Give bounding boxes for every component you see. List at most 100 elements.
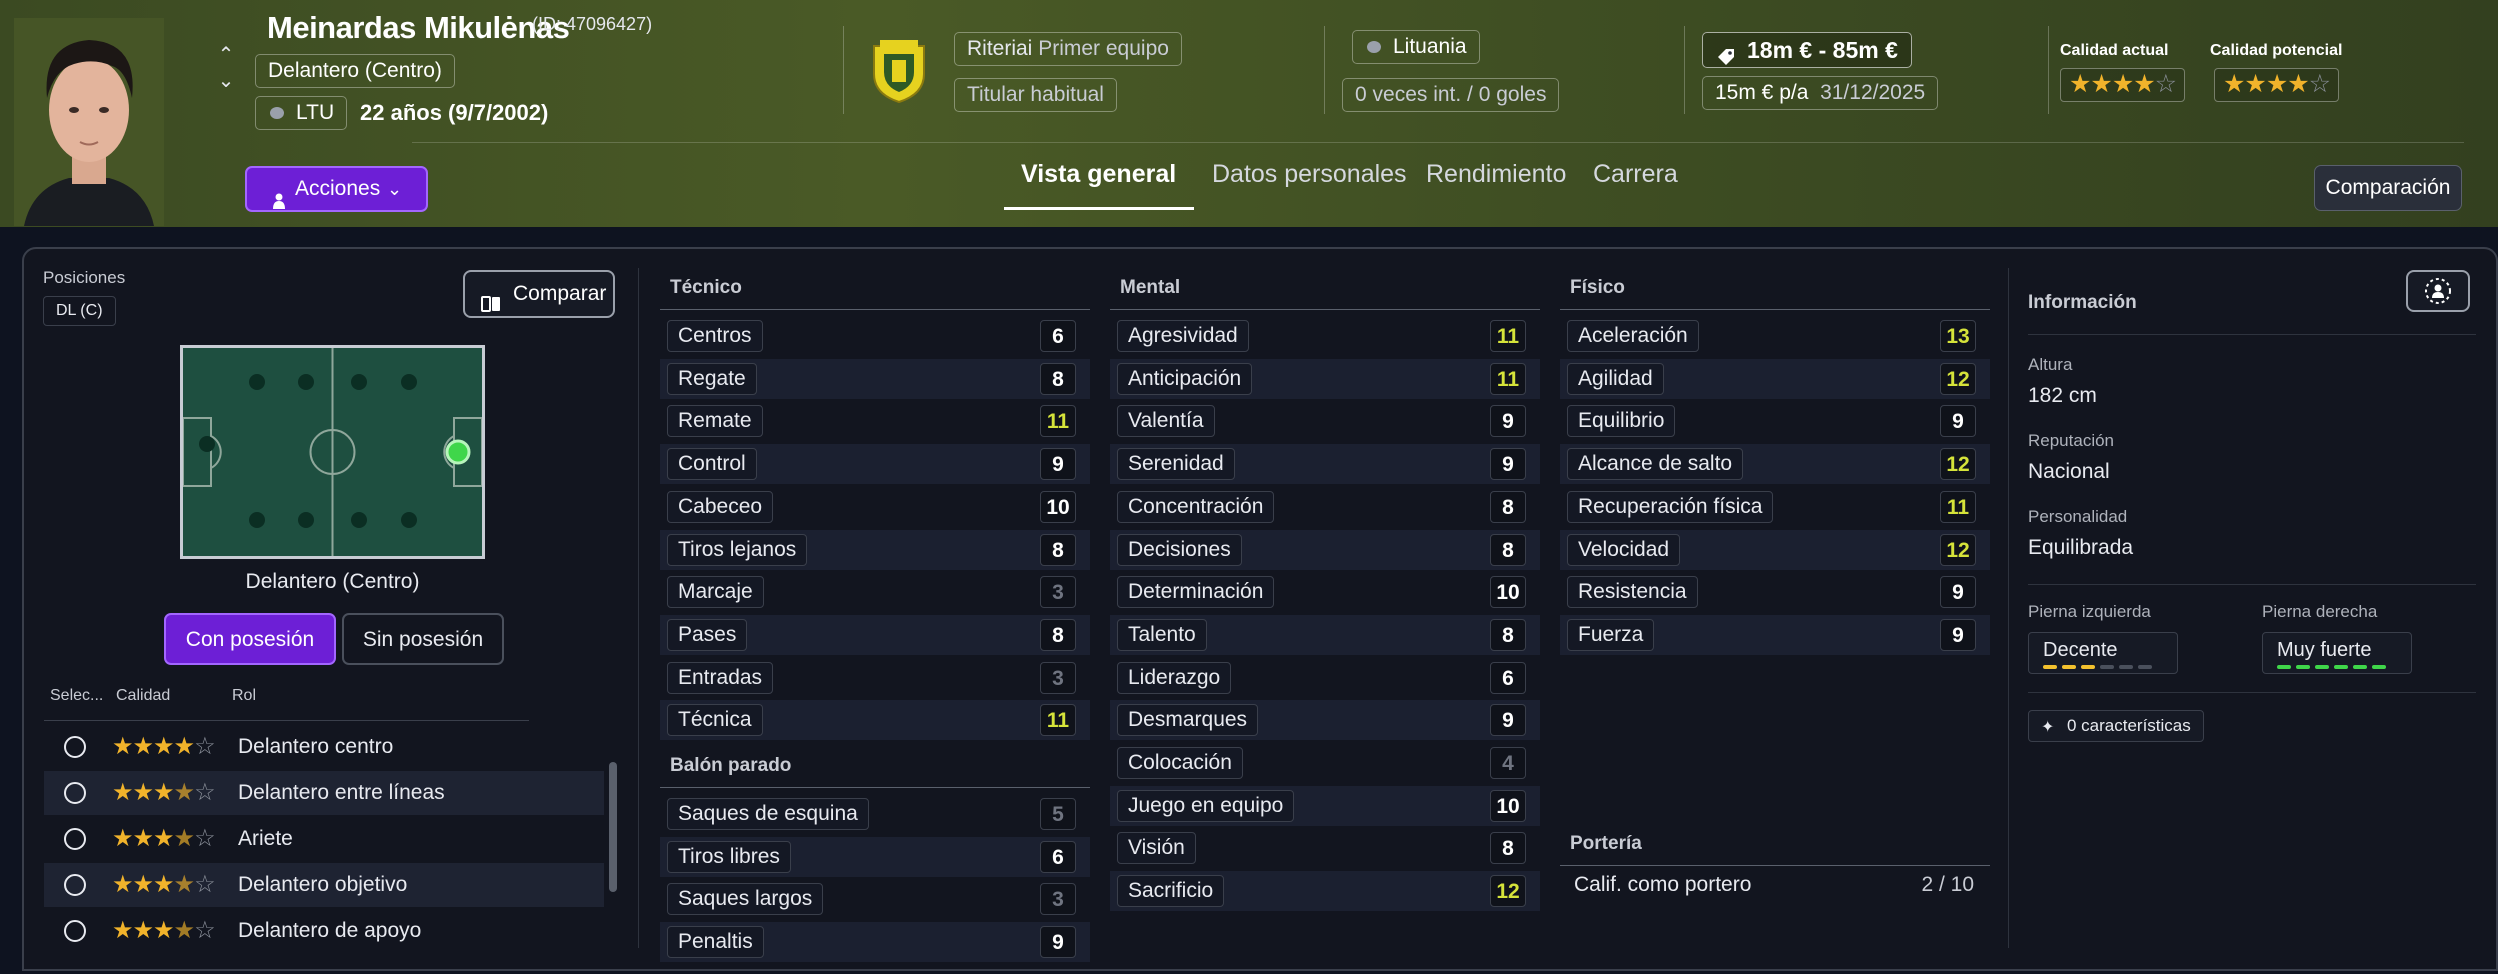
attribute-row[interactable]: Técnica 11 [660, 700, 1090, 741]
attribute-value: 8 [1490, 618, 1526, 651]
attribute-row[interactable]: Aceleración 13 [1560, 316, 1990, 356]
attribute-row[interactable]: Marcaje 3 [660, 572, 1090, 612]
club-chip[interactable]: Riteriai Primer equipo [954, 32, 1182, 66]
divider [2028, 692, 2476, 693]
attribute-row[interactable]: Equilibrio 9 [1560, 401, 1990, 441]
attribute-row[interactable]: Pases 8 [660, 614, 1090, 655]
attribute-row[interactable]: Concentración 8 [1110, 487, 1540, 527]
price-tag-icon [1717, 41, 1735, 65]
attribute-name: Juego en equipo [1117, 789, 1295, 822]
caps-chip: 0 veces int. / 0 goles [1342, 78, 1560, 112]
personality-value: Equilibrada [2028, 536, 2134, 559]
role-stars: ★★★★☆ [112, 917, 216, 944]
attribute-value: 8 [1490, 533, 1526, 566]
attribute-row[interactable]: Entradas 3 [660, 658, 1090, 698]
attribute-row[interactable]: Alcance de salto 12 [1560, 444, 1990, 485]
star-empty-icon: ☆ [2154, 70, 2177, 98]
contract-chip: 15m € p/a 31/12/2025 [1702, 76, 1939, 110]
attribute-row[interactable]: Velocidad 12 [1560, 529, 1990, 570]
attribute-row[interactable]: Colocación 4 [1110, 743, 1540, 783]
attribute-row[interactable]: Tiros libres 6 [660, 836, 1090, 877]
attribute-row[interactable]: Liderazgo 6 [1110, 658, 1540, 698]
radio-button[interactable] [64, 874, 86, 896]
attribute-row[interactable]: Serenidad 9 [1110, 444, 1540, 485]
attribute-row[interactable]: Decisiones 8 [1110, 529, 1540, 570]
attribute-row[interactable]: Juego en equipo 10 [1110, 785, 1540, 826]
attribute-row[interactable]: Remate 11 [660, 401, 1090, 441]
tab-career[interactable]: Carrera [1593, 160, 1678, 189]
chevron-up-icon[interactable]: ⌃ [214, 42, 238, 68]
attribute-row[interactable]: Talento 8 [1110, 614, 1540, 655]
attribute-row[interactable]: Resistencia 9 [1560, 572, 1990, 612]
traits-button[interactable]: ✦ 0 características [2028, 710, 2204, 742]
radio-button[interactable] [64, 782, 86, 804]
attribute-row[interactable]: Saques largos 3 [660, 879, 1090, 919]
attribute-row[interactable]: Visión 8 [1110, 828, 1540, 868]
attribute-value: 8 [1040, 362, 1076, 395]
column-header-quality[interactable]: Calidad [116, 687, 170, 705]
attribute-row[interactable]: Saques de esquina 5 [660, 794, 1090, 834]
role-row[interactable]: ★★★★☆ Ariete [44, 817, 604, 861]
role-row[interactable]: ★★★★☆ Delantero de apoyo [44, 909, 604, 953]
column-header-role[interactable]: Rol [232, 687, 256, 705]
attribute-value: 8 [1490, 490, 1526, 523]
attribute-row[interactable]: Agilidad 12 [1560, 358, 1990, 399]
attribute-row[interactable]: Recuperación física 11 [1560, 487, 1990, 527]
role-row[interactable]: ★★★★☆ Delantero centro [44, 725, 604, 769]
reputation-label: Reputación [2028, 431, 2115, 450]
compare-button[interactable]: Comparar [463, 270, 615, 318]
attribute-name: Tiros lejanos [667, 533, 808, 566]
attribute-name: Saques largos [667, 883, 824, 916]
attribute-row[interactable]: Desmarques 9 [1110, 700, 1540, 741]
with-possession-toggle[interactable]: Con posesión [164, 613, 336, 665]
column-header-select[interactable]: Selec... [50, 687, 103, 705]
attribute-row[interactable]: Determinación 10 [1110, 572, 1540, 612]
attribute-row[interactable]: Tiros lejanos 8 [660, 529, 1090, 570]
tab-personal-data[interactable]: Datos personales [1212, 160, 1407, 189]
role-row[interactable]: ★★★★☆ Delantero objetivo [44, 863, 604, 907]
attribute-row[interactable]: Agresividad 11 [1110, 316, 1540, 356]
attribute-value: 3 [1040, 661, 1076, 694]
attribute-name: Velocidad [1567, 533, 1681, 566]
attribute-name: Resistencia [1567, 576, 1698, 609]
player-profile-button[interactable] [2406, 270, 2470, 312]
attribute-row[interactable]: Sacrificio 12 [1110, 871, 1540, 912]
attribute-row[interactable]: Fuerza 9 [1560, 614, 1990, 655]
nation-chip[interactable]: LTU [255, 96, 348, 130]
compare-icon [481, 285, 501, 312]
radio-button[interactable] [64, 736, 86, 758]
attribute-row[interactable]: Control 9 [660, 444, 1090, 485]
half-star-icon: ★ [2133, 70, 2155, 98]
attribute-row[interactable]: Cabeceo 10 [660, 487, 1090, 527]
player-nav-arrows[interactable]: ⌃ ⌄ [214, 42, 238, 98]
club-crest[interactable] [870, 38, 928, 104]
tab-overview[interactable]: Vista general [1021, 160, 1176, 189]
attribute-value: 3 [1040, 883, 1076, 916]
actions-button[interactable]: Acciones ⌄ [245, 166, 428, 212]
current-ability-stars: ★★★★☆ [2060, 68, 2186, 102]
radio-button[interactable] [64, 920, 86, 942]
current-ability-label: Calidad actual [2060, 42, 2169, 59]
attribute-row[interactable]: Anticipación 11 [1110, 358, 1540, 399]
attribute-value: 12 [1940, 448, 1976, 481]
radio-button[interactable] [64, 828, 86, 850]
attribute-name: Entradas [667, 661, 774, 694]
active-tab-indicator [1004, 207, 1194, 210]
player-header: ⌃ ⌄ Meinardas Mikulėnas (ID: 47096427) D… [0, 0, 2498, 227]
role-row[interactable]: ★★★★☆ Delantero entre líneas [44, 771, 604, 815]
attribute-row[interactable]: Centros 6 [660, 316, 1090, 356]
without-possession-toggle[interactable]: Sin posesión [342, 613, 504, 665]
tab-performance[interactable]: Rendimiento [1426, 160, 1566, 189]
attribute-row[interactable]: Penaltis 9 [660, 922, 1090, 963]
attribute-name: Saques de esquina [667, 798, 869, 830]
attribute-row[interactable]: Valentía 9 [1110, 401, 1540, 441]
attribute-name: Talento [1117, 618, 1207, 651]
attribute-value: 6 [1040, 320, 1076, 352]
chevron-down-icon[interactable]: ⌄ [214, 68, 238, 94]
comparison-button[interactable]: Comparación [2314, 165, 2462, 211]
attribute-name: Marcaje [667, 576, 764, 609]
attribute-value: 6 [1490, 661, 1526, 694]
nationality-chip[interactable]: Lituania [1352, 30, 1480, 64]
attribute-row[interactable]: Regate 8 [660, 358, 1090, 399]
roles-scrollbar[interactable] [609, 762, 617, 892]
